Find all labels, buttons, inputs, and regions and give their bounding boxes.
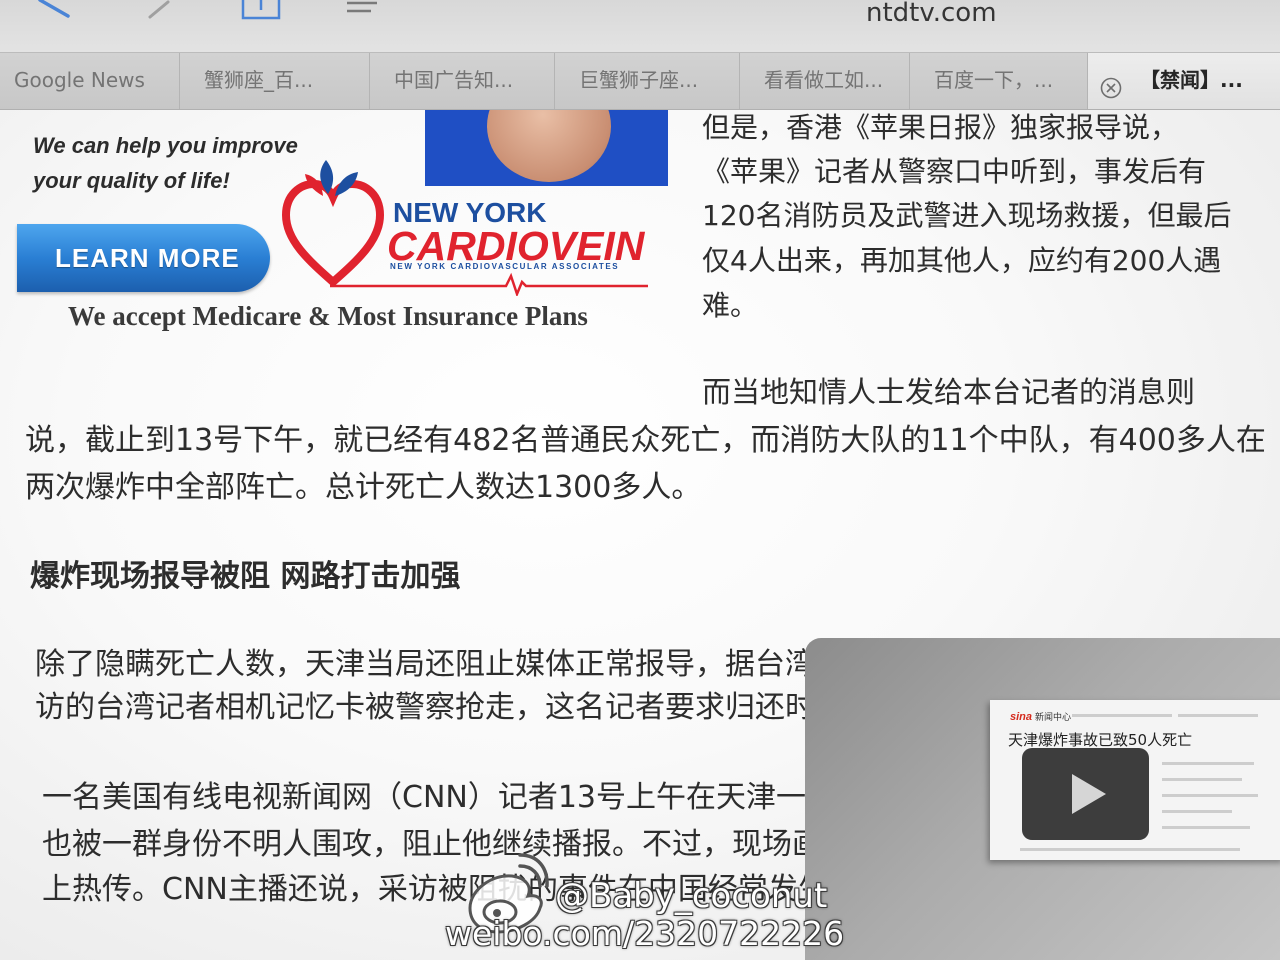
share-icon[interactable]: [240, 0, 282, 22]
sina-logo-word: sina: [1010, 711, 1033, 723]
article-line: 两次爆炸中全部阵亡。总计死亡人数达1300多人。: [25, 470, 702, 505]
video-popup[interactable]: sina 新闻中心 天津爆炸事故已致50人死亡: [805, 638, 1280, 960]
tab-label: 看看做工如...: [764, 68, 884, 92]
article-line: 除了隐瞒死亡人数，天津当局还阻止媒体正常报导，据台湾: [35, 647, 815, 682]
thumb-text-bar: [1072, 714, 1172, 717]
article-line: 而当地知情人士发给本台记者的消息则: [702, 375, 1196, 409]
close-circle-icon[interactable]: [1100, 77, 1122, 99]
tab-label: 中国广告知...: [394, 68, 514, 92]
ad-photo[interactable]: [425, 110, 668, 186]
tab-bar: Google News 蟹狮座_百... 中国广告知... 巨蟹狮子座... 看…: [0, 52, 1280, 110]
tab-baidu[interactable]: 百度一下，...: [910, 53, 1088, 109]
ad-insurance-note: We accept Medicare & Most Insurance Plan…: [68, 301, 588, 331]
tab-label: 【禁闻】...: [1140, 68, 1243, 92]
article-line: 一名美国有线电视新闻网（CNN）记者13号上午在天津一家: [42, 780, 832, 815]
tab-google-news[interactable]: Google News: [0, 53, 180, 109]
article-line: 难。: [702, 289, 759, 322]
tab-active-jinwen[interactable]: 【禁闻】...: [1088, 53, 1280, 109]
ad-tagline-line: We can help you improve: [33, 133, 298, 158]
video-thumbnail[interactable]: sina 新闻中心 天津爆炸事故已致50人死亡: [990, 700, 1280, 860]
article-line: 访的台湾记者相机记忆卡被警察抢走，这名记者要求归还时: [35, 690, 815, 725]
ad-photo-person: [487, 110, 611, 182]
thumb-text-bar: [1162, 762, 1254, 765]
tab-china-ad[interactable]: 中国广告知...: [370, 53, 555, 109]
article-line: 《苹果》记者从警察口中听到，事发后有: [702, 155, 1207, 188]
forward-arrow-icon[interactable]: [146, 0, 174, 20]
heart-leaf-icon: [281, 160, 385, 286]
heartbeat-line-icon: [330, 272, 648, 296]
thumb-text-bar: [1162, 778, 1242, 781]
thumb-text-bar: [1178, 714, 1258, 717]
play-icon: [1072, 774, 1106, 814]
brand-subline: NEW YORK CARDIOVASCULAR ASSOCIATES: [390, 262, 620, 271]
tab-label: 百度一下，...: [934, 68, 1054, 92]
tab-baidu-crab-lion[interactable]: 蟹狮座_百...: [180, 53, 370, 109]
learn-more-label: LEARN MORE: [55, 243, 240, 273]
thumb-text-bar: [1162, 794, 1258, 797]
brand-name-line2: CARDIOVEIN: [387, 223, 645, 269]
play-button[interactable]: [1022, 748, 1149, 840]
learn-more-button[interactable]: LEARN MORE: [17, 224, 270, 292]
article-line: 但是，香港《苹果日报》独家报导说，: [702, 111, 1179, 144]
tab-label: Google News: [14, 68, 145, 92]
article-line: 仅4人出来，再加其他人，应约有200人遇: [702, 244, 1222, 277]
article-line: 120名消防员及武警进入现场救援，但最后: [702, 199, 1232, 232]
thumb-text-bar: [1162, 826, 1250, 829]
article-line: 也被一群身份不明人围攻，阻止他继续播报。不过，现场画: [42, 827, 822, 862]
back-arrow-icon[interactable]: [36, 0, 72, 20]
article-line: 说，截止到13号下午，就已经有482名普通民众死亡，而消防大队的11个中队，有4…: [25, 423, 1265, 458]
browser-toolbar: ntdtv.com: [0, 0, 1280, 52]
watermark-url: weibo.com/2320722226: [445, 914, 845, 953]
reading-list-icon[interactable]: [345, 0, 379, 16]
tab-workmanship[interactable]: 看看做工如...: [740, 53, 910, 109]
sina-news-logo: sina 新闻中心: [1010, 708, 1071, 725]
sina-source-name: 新闻中心: [1035, 713, 1072, 723]
watermark-handle: @Baby_coconut: [555, 876, 828, 916]
address-bar-url[interactable]: ntdtv.com: [866, 0, 997, 28]
tab-label: 巨蟹狮子座...: [579, 68, 699, 92]
thumb-text-bar: [1020, 848, 1240, 851]
tab-label: 蟹狮座_百...: [204, 68, 314, 92]
article-section-heading: 爆炸现场报导被阻 网路打击加强: [30, 559, 461, 594]
ad-tagline-line: your quality of life!: [33, 168, 230, 193]
tab-cancer-leo[interactable]: 巨蟹狮子座...: [555, 53, 740, 109]
thumb-text-bar: [1162, 810, 1232, 813]
video-headline: 天津爆炸事故已致50人死亡: [1008, 731, 1193, 749]
